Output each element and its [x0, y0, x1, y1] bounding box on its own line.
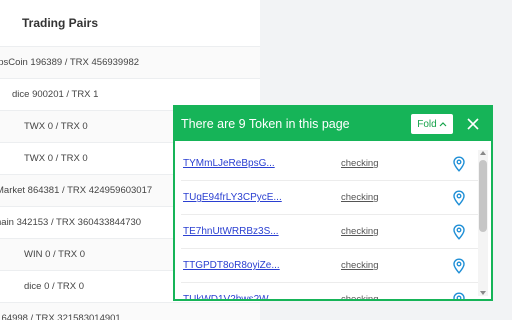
token-address-link[interactable]: TYMmLJeReBpsG...: [181, 158, 341, 169]
trading-pair-text: hain 342153 / TRX 360433844730: [0, 217, 142, 228]
scrollbar-thumb[interactable]: [479, 160, 487, 232]
trading-pair-text: TWX 0 / TRX 0: [24, 121, 88, 132]
location-pin-icon[interactable]: [451, 189, 467, 206]
token-address-link[interactable]: TE7hnUtWRRBz3S...: [181, 226, 341, 237]
token-item: TTGPDT8oR8oyiZe... checking: [181, 249, 485, 283]
scroll-down-arrow[interactable]: [480, 291, 486, 295]
token-address-link[interactable]: TUkWD1V2bws2W...: [181, 294, 341, 299]
token-item: TYMmLJeReBpsG... checking: [181, 147, 485, 181]
trading-pair-text: TWX 0 / TRX 0: [24, 153, 88, 164]
location-pin-icon[interactable]: [451, 291, 467, 300]
token-status-link[interactable]: checking: [341, 192, 379, 203]
page: Trading Pairs lipsCoin 196389 / TRX 4569…: [0, 0, 512, 320]
trading-pair-text: dice 900201 / TRX 1: [12, 89, 99, 100]
token-list[interactable]: TYMmLJeReBpsG... checking TUgE94frLY3CPycE…: [175, 147, 491, 299]
token-status-link[interactable]: checking: [341, 158, 379, 169]
scroll-up-arrow[interactable]: [480, 151, 486, 155]
location-pin-icon[interactable]: [451, 155, 467, 172]
token-panel: There are 9 Token in this page Fold TYMm…: [173, 105, 493, 301]
trading-pair-text: dice 0 / TRX 0: [24, 281, 85, 292]
token-panel-header: There are 9 Token in this page Fold: [175, 107, 491, 141]
token-item: TUgE94frLY3CPycE... checking: [181, 181, 485, 215]
token-item: TUkWD1V2bws2W...checking: [181, 283, 485, 299]
column-header-trading-pairs: Trading Pairs: [22, 16, 99, 30]
fold-button[interactable]: Fold: [411, 114, 453, 134]
close-icon: [467, 118, 479, 130]
fold-button-label: Fold: [417, 118, 437, 130]
token-address-link[interactable]: TTGPDT8oR8oyiZe...: [181, 260, 341, 271]
trading-pair-text: Market 864381 / TRX 424959603017: [0, 185, 153, 196]
chevron-up-icon: [439, 122, 447, 127]
trading-pair-text: WIN 0 / TRX 0: [24, 249, 86, 260]
token-status-link[interactable]: checking: [341, 294, 379, 299]
location-pin-icon[interactable]: [451, 223, 467, 240]
token-address-link[interactable]: TUgE94frLY3CPycE...: [181, 192, 341, 203]
token-status-link[interactable]: checking: [341, 226, 379, 237]
token-item: TE7hnUtWRRBz3S... checking: [181, 215, 485, 249]
table-row: lipsCoin 196389 / TRX 456939982: [0, 46, 260, 78]
trading-pair-text: lipsCoin 196389 / TRX 456939982: [0, 57, 140, 68]
location-pin-icon[interactable]: [451, 257, 467, 274]
trading-pair-text: D 64998 / TRX 321583014901: [0, 313, 121, 320]
token-status-link[interactable]: checking: [341, 260, 379, 271]
table-row: D 64998 / TRX 321583014901: [0, 302, 260, 320]
close-button[interactable]: [461, 112, 485, 136]
token-panel-title: There are 9 Token in this page: [181, 117, 350, 131]
scrollbar[interactable]: [478, 150, 488, 296]
